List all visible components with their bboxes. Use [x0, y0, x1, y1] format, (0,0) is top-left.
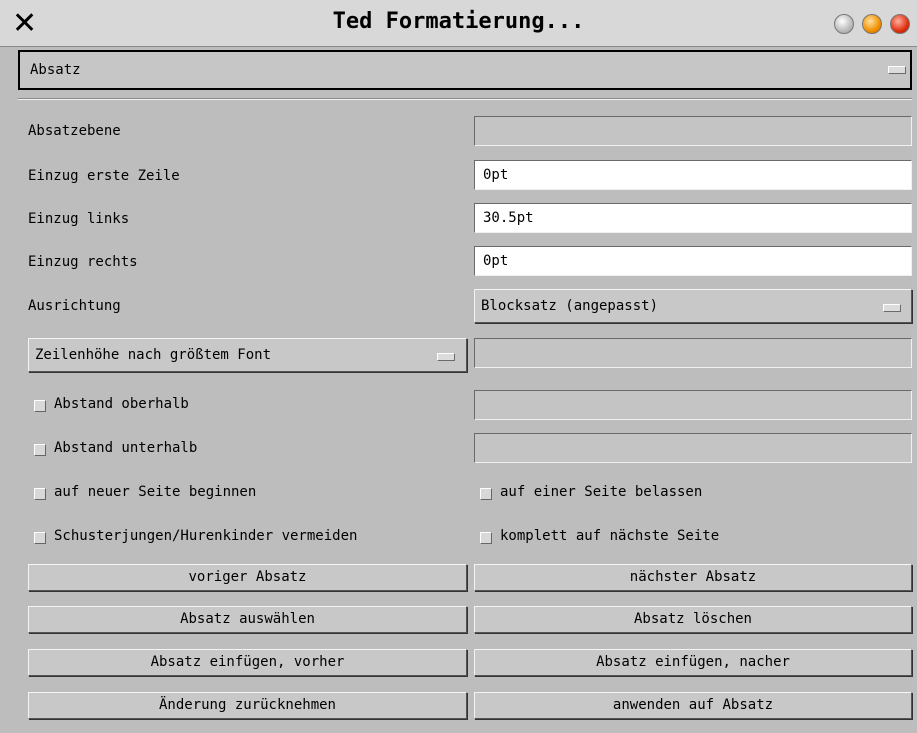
einzug-erste-zeile-value: 0pt: [483, 167, 509, 183]
voriger-absatz-button[interactable]: voriger Absatz: [28, 564, 467, 591]
abstand-oberhalb-field[interactable]: [474, 390, 912, 420]
page-selector-value: Absatz: [30, 62, 81, 78]
ausrichtung-label: Ausrichtung: [28, 298, 121, 314]
maximize-button[interactable]: [862, 14, 882, 34]
schusterjungen-label: Schusterjungen/Hurenkinder vermeiden: [54, 528, 358, 544]
separator: [18, 98, 912, 100]
einer-seite-label: auf einer Seite belassen: [500, 484, 703, 500]
einzug-links-label: Einzug links: [28, 211, 130, 227]
einzug-links-value: 30.5pt: [483, 210, 534, 226]
einzug-links-input[interactable]: 30.5pt: [474, 203, 912, 233]
iconify-button[interactable]: [834, 14, 854, 34]
einzug-rechts-input[interactable]: 0pt: [474, 246, 912, 276]
absatz-auswaehlen-button[interactable]: Absatz auswählen: [28, 606, 467, 633]
title-bar: ✕ Ted Formatierung...: [0, 0, 917, 47]
zeilenhoehe-dropdown[interactable]: Zeilenhöhe nach größtem Font: [28, 338, 467, 372]
einzug-erste-zeile-label: Einzug erste Zeile: [28, 168, 180, 184]
zeilenhoehe-field[interactable]: [474, 338, 912, 368]
einzug-erste-zeile-input[interactable]: 0pt: [474, 160, 912, 190]
absatz-einfuegen-vorher-button[interactable]: Absatz einfügen, vorher: [28, 649, 467, 676]
komplett-label: komplett auf nächste Seite: [500, 528, 720, 544]
close-button[interactable]: [890, 14, 910, 34]
einzug-rechts-value: 0pt: [483, 253, 509, 269]
absatz-loeschen-button[interactable]: Absatz löschen: [474, 606, 912, 633]
option-menu-indicator-icon: [883, 304, 901, 312]
option-menu-indicator-icon: [888, 66, 906, 74]
window-title: Ted Formatierung...: [332, 9, 585, 34]
zeilenhoehe-value: Zeilenhöhe nach größtem Font: [35, 347, 272, 363]
aenderung-zuruecknehmen-button[interactable]: Änderung zurücknehmen: [28, 692, 467, 719]
absatz-einfuegen-nachher-button[interactable]: Absatz einfügen, nacher: [474, 649, 912, 676]
anwenden-auf-absatz-button[interactable]: anwenden auf Absatz: [474, 692, 912, 719]
abstand-unterhalb-field[interactable]: [474, 433, 912, 463]
abstand-unterhalb-checkbox[interactable]: [34, 444, 46, 456]
einer-seite-checkbox[interactable]: [480, 488, 492, 500]
absatzebene-field[interactable]: [474, 116, 912, 146]
page-selector-dropdown[interactable]: Absatz: [18, 50, 912, 90]
absatzebene-label: Absatzebene: [28, 123, 121, 139]
option-menu-indicator-icon: [437, 353, 455, 361]
ausrichtung-value: Blocksatz (angepasst): [481, 298, 659, 314]
abstand-unterhalb-label: Abstand unterhalb: [54, 440, 198, 456]
einzug-rechts-label: Einzug rechts: [28, 254, 138, 270]
neue-seite-label: auf neuer Seite beginnen: [54, 484, 257, 500]
komplett-checkbox[interactable]: [480, 532, 492, 544]
neue-seite-checkbox[interactable]: [34, 488, 46, 500]
schusterjungen-checkbox[interactable]: [34, 532, 46, 544]
abstand-oberhalb-checkbox[interactable]: [34, 400, 46, 412]
naechster-absatz-button[interactable]: nächster Absatz: [474, 564, 912, 591]
abstand-oberhalb-label: Abstand oberhalb: [54, 396, 189, 412]
ausrichtung-dropdown[interactable]: Blocksatz (angepasst): [474, 289, 912, 323]
